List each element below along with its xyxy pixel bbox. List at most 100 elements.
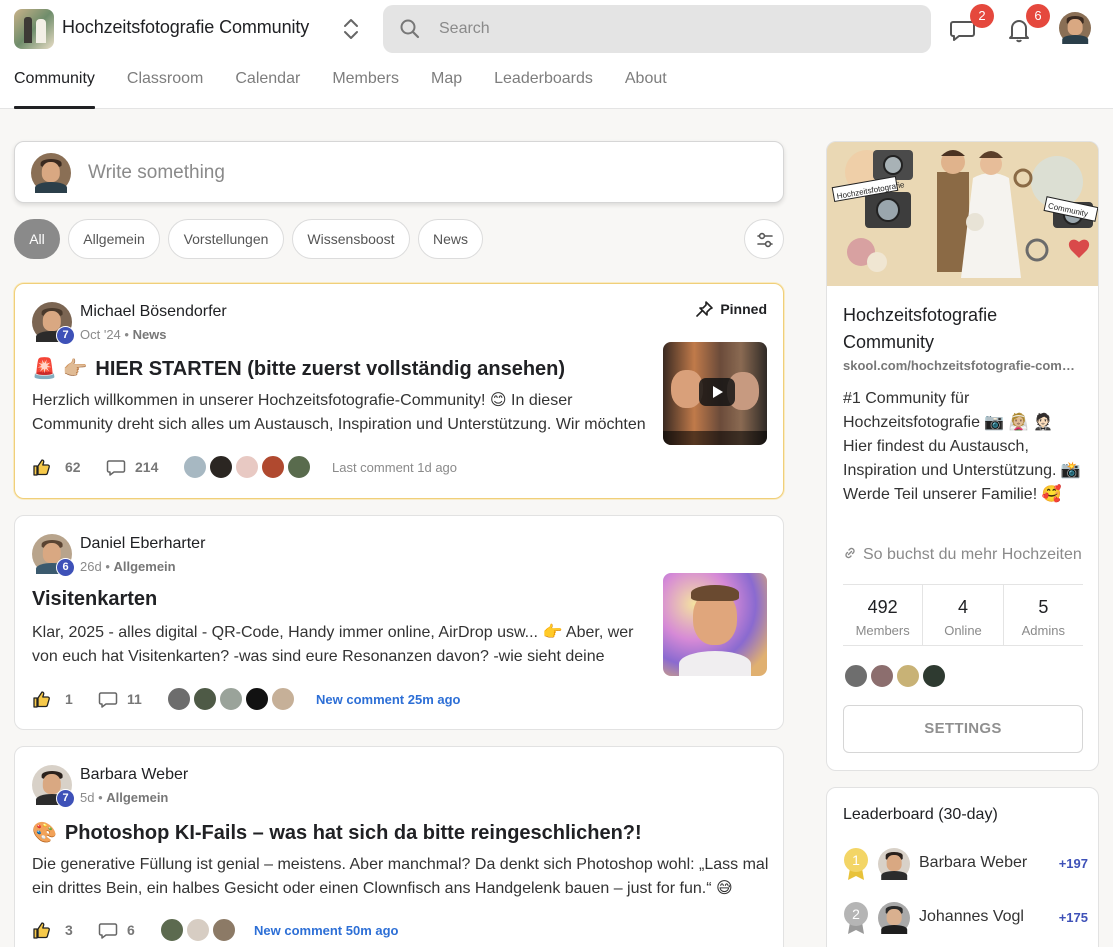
commenter-avatar[interactable] bbox=[211, 917, 237, 943]
comment-count: 6 bbox=[127, 922, 135, 938]
tab-classroom[interactable]: Classroom bbox=[127, 70, 203, 109]
like-icon[interactable] bbox=[32, 457, 52, 477]
stat-members[interactable]: 492 Members bbox=[843, 585, 924, 645]
post-excerpt: Klar, 2025 - alles digital - QR-Code, Ha… bbox=[32, 624, 634, 665]
post-author[interactable]: Michael Bösendorfer bbox=[80, 303, 227, 321]
settings-button[interactable]: SETTINGS bbox=[843, 705, 1083, 753]
commenter-avatar[interactable] bbox=[260, 454, 286, 480]
like-count: 3 bbox=[65, 922, 73, 938]
tab-members[interactable]: Members bbox=[332, 70, 399, 109]
stat-online[interactable]: 4 Online bbox=[923, 585, 1004, 645]
search-input[interactable] bbox=[439, 17, 899, 41]
silver-medal-icon: 2 bbox=[844, 902, 868, 934]
post-card[interactable]: 6 Daniel Eberharter 26d • Allgemein Visi… bbox=[14, 515, 784, 730]
community-url[interactable]: skool.com/hochzeitsfotografie-community bbox=[843, 358, 1085, 373]
admin-avatar[interactable] bbox=[921, 663, 947, 689]
commenter-avatar[interactable] bbox=[270, 686, 296, 712]
composer-placeholder[interactable]: Write something bbox=[88, 162, 225, 184]
post-author[interactable]: Barbara Weber bbox=[80, 766, 188, 784]
filter-vorstellungen[interactable]: Vorstellungen bbox=[168, 219, 284, 259]
sliders-icon bbox=[757, 232, 773, 248]
user-avatar[interactable] bbox=[1059, 12, 1091, 44]
admin-avatar[interactable] bbox=[843, 663, 869, 689]
author-avatar[interactable]: 7 bbox=[32, 302, 75, 345]
tab-map[interactable]: Map bbox=[431, 70, 462, 109]
post-title[interactable]: Visitenkarten bbox=[32, 588, 157, 611]
post-composer[interactable]: Write something bbox=[14, 141, 784, 203]
tab-community[interactable]: Community bbox=[14, 70, 95, 109]
post-card[interactable]: 7 Michael Bösendorfer Oct '24 • News Pin… bbox=[14, 283, 784, 499]
like-icon[interactable] bbox=[32, 920, 52, 940]
leaderboard-avatar[interactable] bbox=[878, 848, 910, 880]
level-badge: 7 bbox=[56, 789, 75, 808]
comment-icon[interactable] bbox=[98, 689, 118, 709]
community-cover-image: Hochzeitsfotografie Community bbox=[827, 142, 1098, 286]
leaderboard-row[interactable]: 2 Johannes Vogl +175 bbox=[843, 900, 1088, 940]
filter-wissensboost[interactable]: Wissensboost bbox=[292, 219, 410, 259]
play-button[interactable] bbox=[699, 378, 735, 406]
like-count: 62 bbox=[65, 459, 81, 475]
filter-allgemein[interactable]: Allgemein bbox=[68, 219, 160, 259]
commenter-avatar[interactable] bbox=[185, 917, 211, 943]
filter-settings-button[interactable] bbox=[744, 219, 784, 259]
commenter-avatar[interactable] bbox=[192, 686, 218, 712]
commenter-avatar[interactable] bbox=[166, 686, 192, 712]
video-thumbnail[interactable] bbox=[663, 342, 767, 445]
post-meta: 5d • Allgemein bbox=[80, 790, 169, 805]
pin-icon bbox=[696, 301, 714, 317]
comment-count: 214 bbox=[135, 459, 159, 475]
commenter-avatar[interactable] bbox=[208, 454, 234, 480]
tab-about[interactable]: About bbox=[625, 70, 667, 109]
commenter-avatar[interactable] bbox=[244, 686, 270, 712]
wedding-illustration: Hochzeitsfotografie Community bbox=[827, 142, 1098, 286]
commenter-avatar[interactable] bbox=[286, 454, 312, 480]
notifications-button[interactable]: 6 bbox=[1002, 4, 1050, 46]
comment-activity[interactable]: New comment 25m ago bbox=[316, 692, 461, 707]
post-card[interactable]: 7 Barbara Weber 5d • Allgemein 🎨 Photosho… bbox=[14, 746, 784, 947]
stat-admins[interactable]: 5 Admins bbox=[1004, 585, 1083, 645]
like-icon[interactable] bbox=[32, 689, 52, 709]
chat-button[interactable]: 2 bbox=[946, 4, 994, 46]
author-avatar[interactable]: 6 bbox=[32, 534, 75, 577]
gold-medal-icon: 1 bbox=[844, 848, 868, 880]
community-title[interactable]: Hochzeitsfotografie Community bbox=[62, 17, 309, 38]
tab-leaderboards[interactable]: Leaderboards bbox=[494, 70, 593, 109]
pinned-indicator: Pinned bbox=[696, 301, 767, 317]
comment-activity[interactable]: New comment 50m ago bbox=[254, 923, 399, 938]
admin-avatar[interactable] bbox=[895, 663, 921, 689]
chat-badge: 2 bbox=[970, 4, 994, 28]
search-icon bbox=[400, 19, 420, 39]
leaderboard-name[interactable]: Barbara Weber bbox=[919, 854, 1027, 872]
commenter-avatar[interactable] bbox=[218, 686, 244, 712]
post-excerpt: Herzlich willkommen in unserer Hochzeits… bbox=[32, 392, 646, 433]
community-description: #1 Community für Hochzeitsfotografie 📷 👰… bbox=[843, 390, 1081, 503]
post-thumbnail[interactable] bbox=[663, 573, 767, 676]
post-author[interactable]: Daniel Eberharter bbox=[80, 535, 205, 553]
top-header: Hochzeitsfotografie Community 2 6 Commun… bbox=[0, 0, 1113, 109]
svg-text:1: 1 bbox=[852, 852, 860, 868]
comment-icon[interactable] bbox=[98, 920, 118, 940]
filter-news[interactable]: News bbox=[418, 219, 483, 259]
admin-avatar[interactable] bbox=[869, 663, 895, 689]
leaderboard-title[interactable]: Leaderboard (30-day) bbox=[843, 806, 998, 824]
author-avatar[interactable]: 7 bbox=[32, 765, 75, 808]
post-title[interactable]: 🚨 👉🏼 HIER STARTEN (bitte zuerst vollständ… bbox=[32, 356, 565, 381]
commenter-avatar[interactable] bbox=[159, 917, 185, 943]
commenter-avatar[interactable] bbox=[182, 454, 208, 480]
post-title[interactable]: 🎨 Photoshop KI-Fails – was hat sich da bi… bbox=[32, 820, 642, 845]
play-icon bbox=[713, 386, 723, 398]
sidebar-community-title: Hochzeitsfotografie Community bbox=[843, 305, 998, 352]
comment-icon[interactable] bbox=[106, 457, 126, 477]
sidebar-link[interactable]: So buchst du mehr Hochzeiten bbox=[843, 546, 1082, 564]
leaderboard-row[interactable]: 1 Barbara Weber +197 bbox=[843, 846, 1088, 886]
tab-calendar[interactable]: Calendar bbox=[235, 70, 300, 109]
leaderboard-avatar[interactable] bbox=[878, 902, 910, 934]
chevron-up-down-icon[interactable] bbox=[340, 16, 362, 42]
commenter-avatar[interactable] bbox=[234, 454, 260, 480]
search-bar[interactable] bbox=[383, 5, 931, 53]
leaderboard-name[interactable]: Johannes Vogl bbox=[919, 908, 1024, 926]
comment-count: 11 bbox=[127, 691, 142, 707]
leaderboard-points: +197 bbox=[1058, 856, 1088, 871]
filter-all[interactable]: All bbox=[14, 219, 60, 259]
community-logo[interactable] bbox=[14, 9, 54, 49]
